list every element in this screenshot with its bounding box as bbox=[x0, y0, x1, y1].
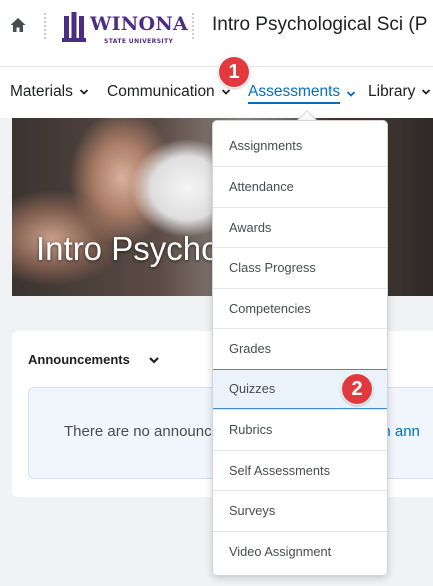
chevron-down-icon bbox=[347, 90, 356, 97]
menu-item-surveys[interactable]: Surveys bbox=[213, 490, 387, 531]
nav-communication[interactable]: Communication bbox=[107, 83, 231, 101]
home-icon[interactable] bbox=[9, 16, 27, 34]
nav-assessments[interactable]: Assessments bbox=[248, 83, 356, 104]
menu-item-rubrics[interactable]: Rubrics bbox=[213, 409, 387, 450]
menu-item-competencies[interactable]: Competencies bbox=[213, 287, 387, 329]
menu-item-attendance[interactable]: Attendance bbox=[213, 166, 387, 207]
step-1-badge: 1 bbox=[218, 56, 250, 88]
chevron-down-icon bbox=[221, 89, 230, 95]
winona-logo[interactable]: WINONA STATE UNIVERSITY bbox=[62, 8, 188, 46]
logo-wordmark: WINONA bbox=[90, 13, 189, 35]
nav-library-label: Library bbox=[368, 83, 416, 100]
menu-item-awards[interactable]: Awards bbox=[213, 206, 387, 248]
menu-item-video-assignment[interactable]: Video Assignment bbox=[213, 530, 387, 572]
logo-emblem-icon bbox=[62, 12, 86, 42]
step-2-badge: 2 bbox=[341, 373, 373, 405]
course-title[interactable]: Intro Psychological Sci (P bbox=[212, 14, 427, 36]
nav-communication-label: Communication bbox=[107, 83, 215, 100]
menu-item-assignments[interactable]: Assignments bbox=[213, 126, 387, 167]
announcements-title: Announcements bbox=[28, 352, 130, 367]
menu-item-grades[interactable]: Grades bbox=[213, 328, 387, 369]
assessments-dropdown-menu: Assignments Attendance Awards Class Prog… bbox=[212, 120, 388, 576]
logo-subtitle: STATE UNIVERSITY bbox=[104, 38, 174, 45]
course-navbar: Materials Communication Assessments Libr… bbox=[0, 66, 433, 118]
course-header: WINONA STATE UNIVERSITY Intro Psychologi… bbox=[0, 0, 433, 66]
nav-library[interactable]: Library bbox=[368, 83, 431, 101]
chevron-down-icon[interactable] bbox=[148, 354, 160, 366]
menu-item-class-progress[interactable]: Class Progress bbox=[213, 247, 387, 288]
menu-item-self-assessments[interactable]: Self Assessments bbox=[213, 449, 387, 491]
nav-assessments-label: Assessments bbox=[248, 83, 341, 104]
header-divider bbox=[44, 13, 46, 39]
notice-text: There are no announc bbox=[64, 423, 212, 440]
nav-materials-label: Materials bbox=[10, 83, 73, 100]
announcements-header[interactable]: Announcements bbox=[28, 352, 160, 367]
nav-materials[interactable]: Materials bbox=[10, 83, 89, 101]
chevron-down-icon bbox=[79, 89, 89, 95]
chevron-down-icon bbox=[422, 89, 431, 95]
header-divider bbox=[192, 13, 194, 39]
